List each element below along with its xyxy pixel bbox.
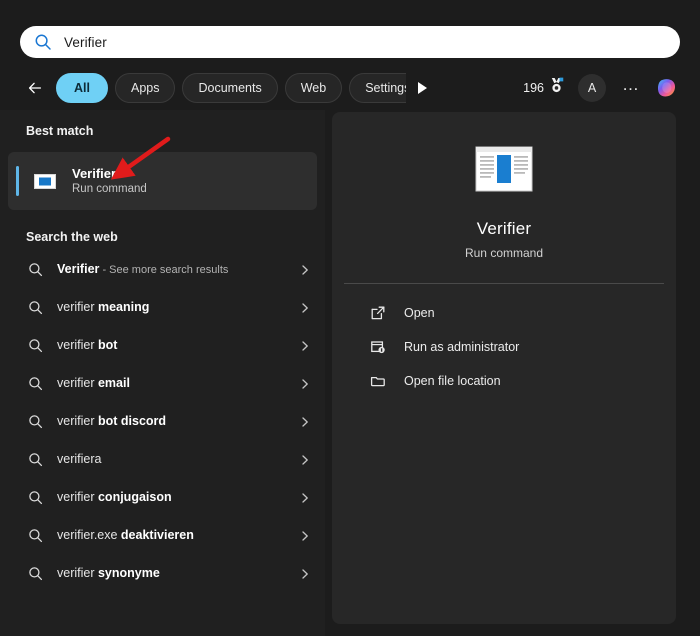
filter-chip-all[interactable]: All xyxy=(56,73,108,103)
chevron-right-icon xyxy=(299,529,311,541)
best-match-subtitle: Run command xyxy=(72,183,147,195)
web-result-label: verifiera xyxy=(57,452,102,466)
account-initial: A xyxy=(587,81,597,95)
chip-label: Web xyxy=(300,81,327,95)
toolbar-right-cluster: 196 A … xyxy=(523,74,680,102)
web-result-label: verifier email xyxy=(57,376,130,390)
play-arrow-icon[interactable] xyxy=(408,74,436,102)
preview-subtitle: Run command xyxy=(464,246,544,260)
web-result-item[interactable]: verifier.exe deaktivieren xyxy=(0,516,325,554)
web-result-label: verifier.exe deaktivieren xyxy=(57,528,194,542)
web-result-item[interactable]: verifiera xyxy=(0,440,325,478)
web-result-label: verifier conjugaison xyxy=(57,490,172,504)
action-label: Open xyxy=(404,306,435,320)
chevron-right-icon xyxy=(299,567,311,579)
overflow-menu-icon[interactable]: … xyxy=(618,75,644,101)
action-label: Run as administrator xyxy=(404,340,520,354)
back-arrow-icon[interactable] xyxy=(20,73,50,103)
preview-title: Verifier xyxy=(476,219,532,238)
filter-chip-web[interactable]: Web xyxy=(284,73,343,103)
filter-toolbar: All Apps Documents Web Settings Folders … xyxy=(20,72,680,104)
preview-icon-wrap xyxy=(332,112,676,193)
filter-chip-apps[interactable]: Apps xyxy=(114,73,176,103)
results-column: Best match Verifier Run command Search t… xyxy=(0,110,325,636)
folder-icon xyxy=(370,373,386,389)
web-result-item[interactable]: verifier synonyme xyxy=(0,554,325,592)
chevron-right-icon xyxy=(299,301,311,313)
action-open-file-location[interactable]: Open file location xyxy=(332,364,676,398)
web-result-item[interactable]: verifier bot discord xyxy=(0,402,325,440)
selection-accent-bar xyxy=(16,166,19,196)
search-icon xyxy=(28,300,43,315)
chip-label: Apps xyxy=(130,81,160,95)
best-match-text: Verifier Run command xyxy=(72,165,147,197)
action-label: Open file location xyxy=(404,374,501,388)
search-input[interactable]: Verifier xyxy=(64,35,107,50)
web-result-label: verifier bot xyxy=(57,338,118,352)
search-icon xyxy=(28,528,43,543)
best-match-heading: Best match xyxy=(26,124,94,138)
rewards-count: 196 xyxy=(523,81,544,95)
web-result-item[interactable]: verifier conjugaison xyxy=(0,478,325,516)
preview-actions: Open Run as administrator Open file loca… xyxy=(332,284,676,398)
web-results-list: Verifier - See more search results verifi… xyxy=(0,250,325,592)
overflow-glyph: … xyxy=(622,74,640,94)
preview-panel: Verifier Run command Open Run as adminis… xyxy=(332,112,676,624)
search-icon xyxy=(28,414,43,429)
rewards-medal-icon xyxy=(549,77,564,99)
chip-label: Documents xyxy=(198,81,262,95)
best-match-result[interactable]: Verifier Run command xyxy=(8,152,317,210)
search-icon xyxy=(28,262,43,277)
action-run-as-administrator[interactable]: Run as administrator xyxy=(332,330,676,364)
chevron-right-icon xyxy=(299,263,311,275)
shield-admin-icon xyxy=(370,339,386,355)
chevron-right-icon xyxy=(299,415,311,427)
account-avatar[interactable]: A xyxy=(578,74,606,102)
web-result-label: verifier synonyme xyxy=(57,566,160,580)
chip-label: All xyxy=(74,81,90,95)
search-icon xyxy=(28,566,43,581)
windows-search-flyout: Verifier All Apps Documents Web Settings… xyxy=(0,0,700,636)
filter-chip-documents[interactable]: Documents xyxy=(182,73,278,103)
copilot-icon[interactable] xyxy=(654,75,680,101)
best-match-title: Verifier xyxy=(72,166,117,181)
chevron-right-icon xyxy=(299,377,311,389)
search-icon xyxy=(28,338,43,353)
filter-chip-settings[interactable]: Settings xyxy=(349,73,406,103)
search-icon xyxy=(28,376,43,391)
search-icon xyxy=(34,33,52,51)
web-result-item[interactable]: verifier meaning xyxy=(0,288,325,326)
verifier-large-icon xyxy=(475,145,533,193)
filter-chip-list: All Apps Documents Web Settings Folders … xyxy=(56,72,406,104)
web-result-item[interactable]: verifier bot xyxy=(0,326,325,364)
search-box[interactable]: Verifier xyxy=(20,26,680,58)
web-result-item[interactable]: Verifier - See more search results xyxy=(0,250,325,288)
web-result-label: verifier meaning xyxy=(57,300,150,314)
verifier-app-icon xyxy=(30,166,60,196)
chevron-right-icon xyxy=(299,453,311,465)
web-result-item[interactable]: verifier email xyxy=(0,364,325,402)
search-icon xyxy=(28,490,43,505)
chevron-right-icon xyxy=(299,339,311,351)
web-result-label: Verifier - See more search results xyxy=(57,262,229,276)
action-open[interactable]: Open xyxy=(332,296,676,330)
web-result-label: verifier bot discord xyxy=(57,414,167,428)
search-the-web-heading: Search the web xyxy=(26,230,118,244)
search-icon xyxy=(28,452,43,467)
chevron-right-icon xyxy=(299,491,311,503)
rewards-badge[interactable]: 196 xyxy=(523,77,564,99)
chip-label: Settings xyxy=(365,81,406,95)
open-external-icon xyxy=(370,305,386,321)
